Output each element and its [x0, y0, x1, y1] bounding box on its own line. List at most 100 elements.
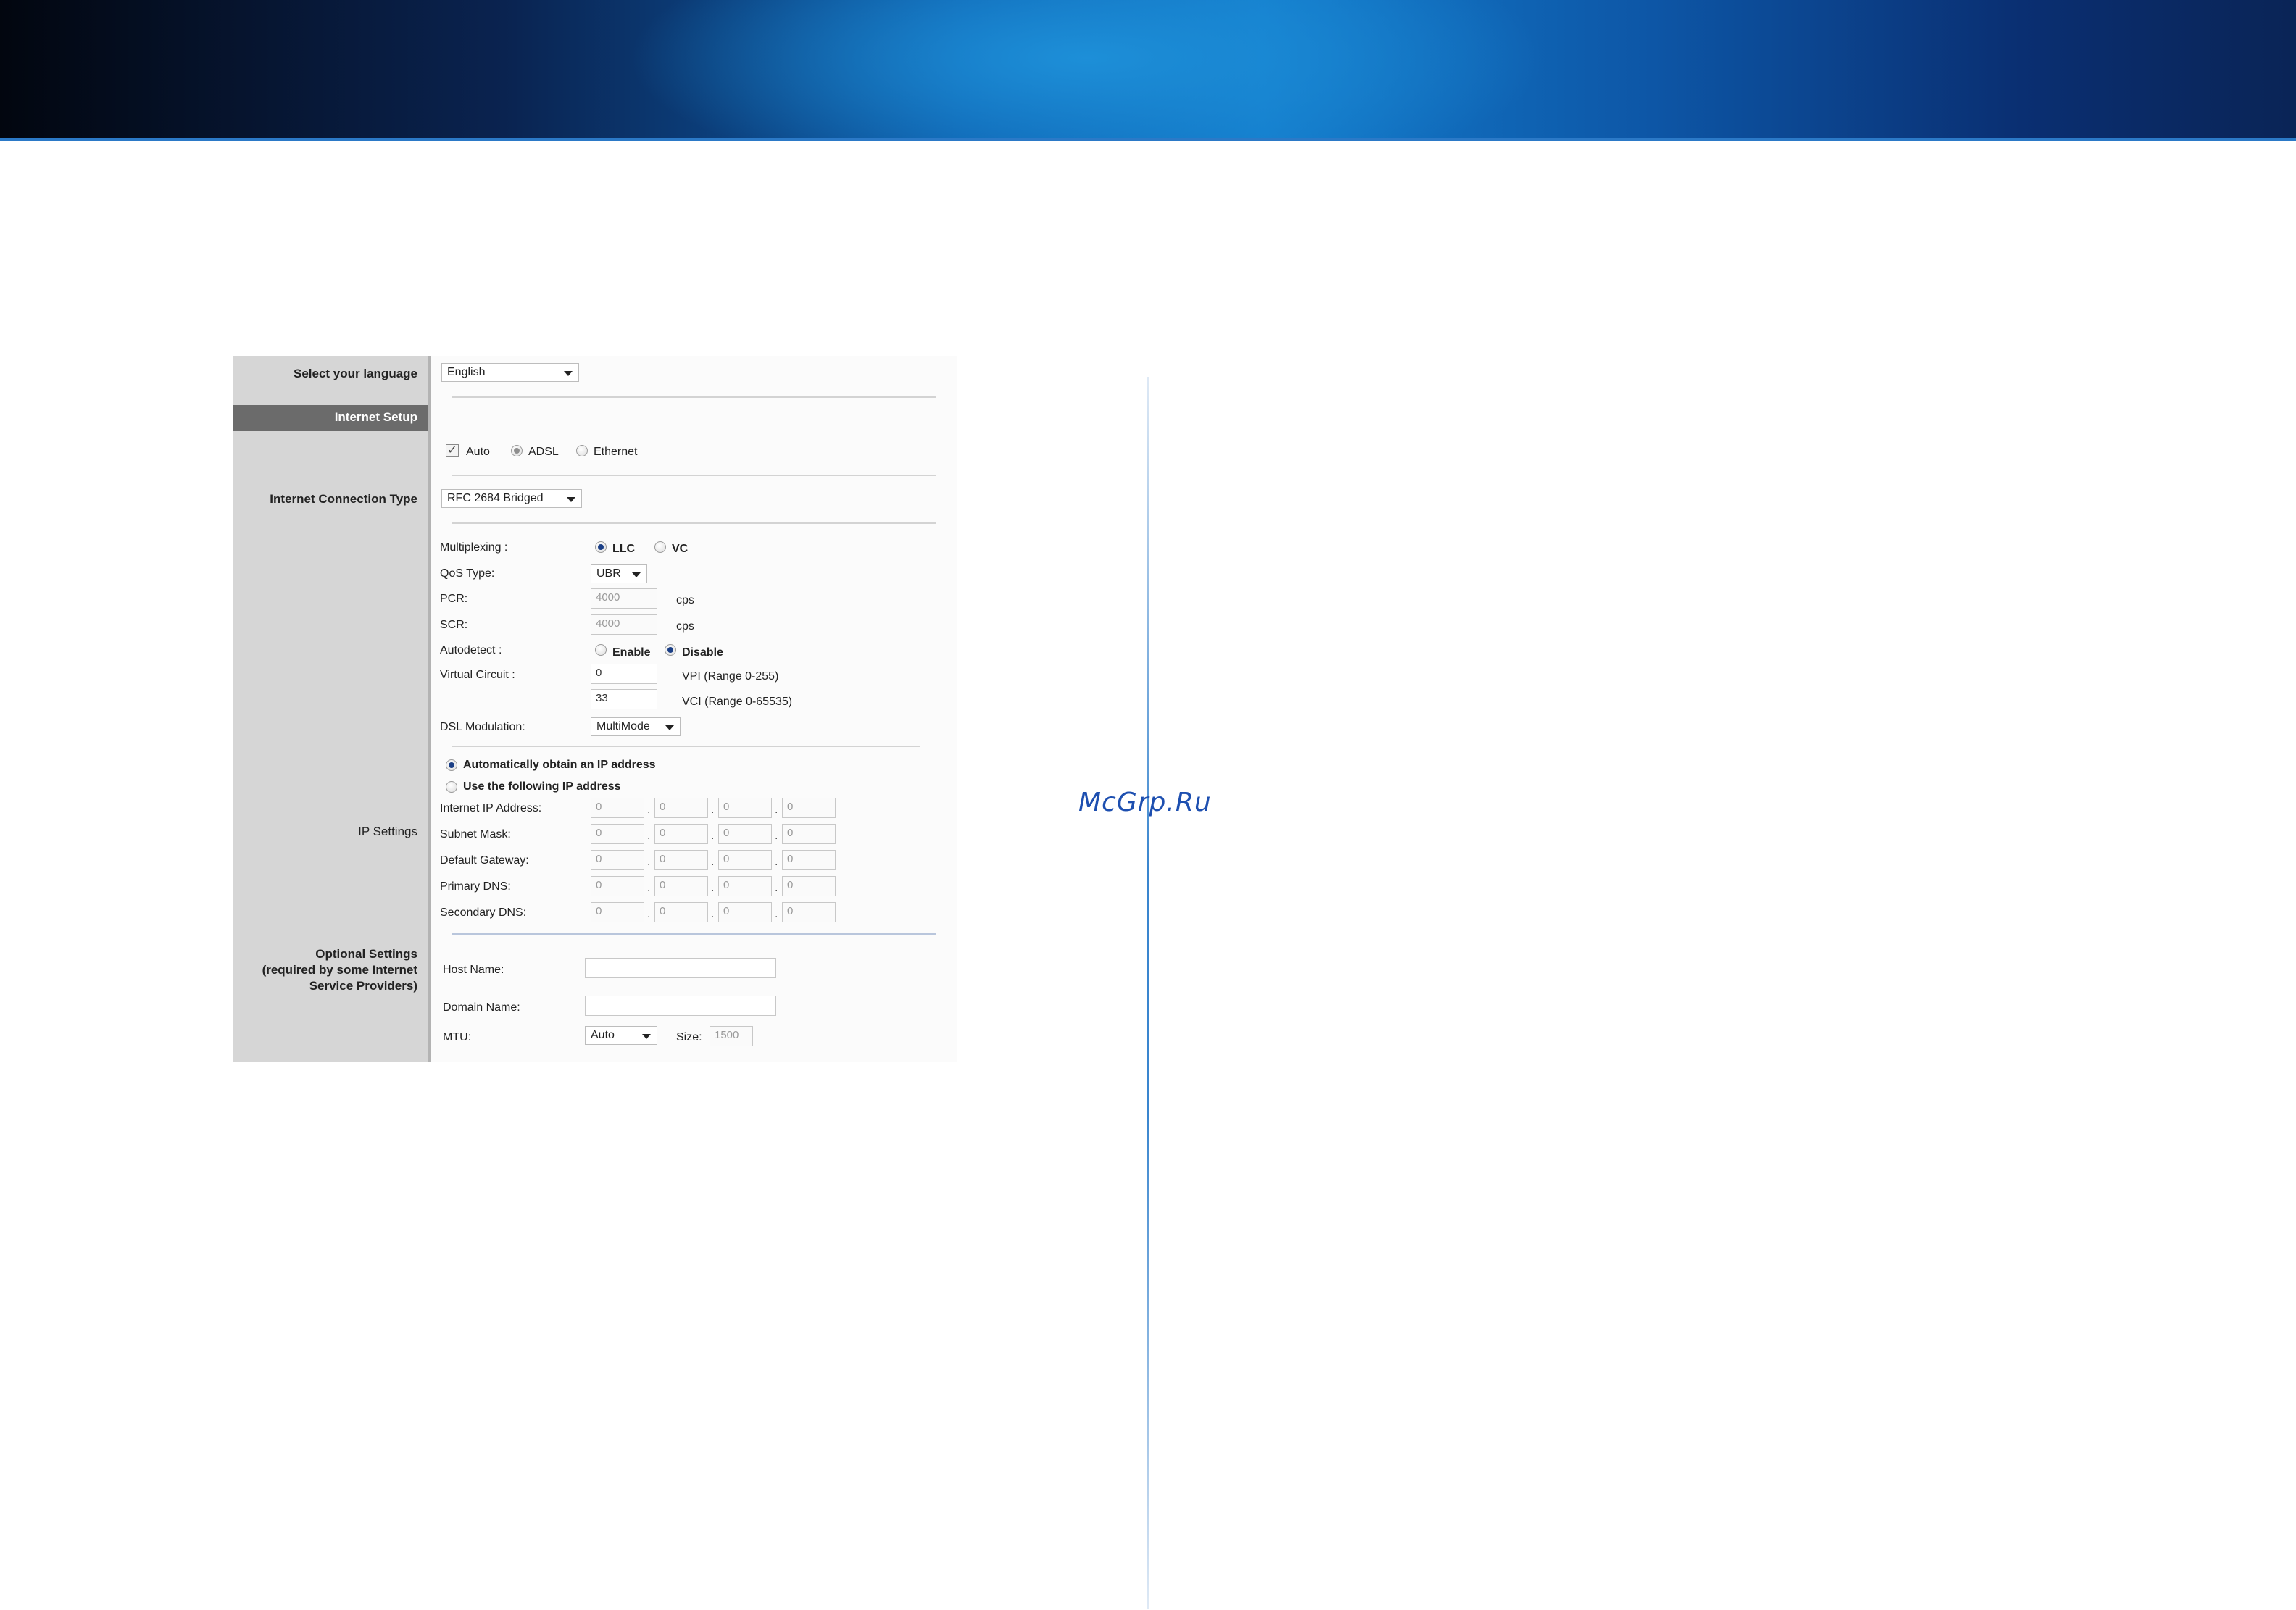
scr-label: SCR:	[440, 619, 468, 631]
mtu-size-input[interactable]: 1500	[710, 1026, 753, 1046]
adsl-radio[interactable]	[511, 445, 523, 456]
settings-content: English ✓ Auto ADSL Ethernet RFC 2684 Br…	[431, 356, 957, 1062]
pcr-input[interactable]: 4000	[591, 588, 657, 609]
mtu-label: MTU:	[443, 1031, 472, 1043]
secondary-dns-octet-input[interactable]: 0	[591, 902, 644, 922]
secondary-dns-octet-input[interactable]: 0	[782, 902, 836, 922]
dsl-modulation-value: MultiMode	[596, 720, 650, 733]
dsl-modulation-select[interactable]: MultiMode	[591, 717, 681, 736]
chevron-down-icon	[665, 725, 674, 730]
chevron-down-icon	[567, 497, 575, 502]
primary-dns-octet-input[interactable]: 0	[654, 876, 708, 896]
octet-separator: .	[711, 908, 715, 920]
section-header: Internet Setup	[233, 405, 428, 431]
autodetect-enable-radio[interactable]	[595, 644, 607, 656]
language-select-value: English	[447, 366, 486, 378]
gateway-octet-input[interactable]: 0	[654, 850, 708, 870]
domain-name-label: Domain Name:	[443, 1001, 520, 1014]
ip-row-label: Subnet Mask:	[440, 828, 511, 841]
ip-octet-input[interactable]: 0	[591, 798, 644, 818]
optional-settings-label-3: Service Providers)	[309, 979, 417, 993]
vpi-input[interactable]: 0	[591, 664, 657, 684]
octet-separator: .	[711, 882, 715, 894]
domain-name-input[interactable]	[585, 996, 776, 1016]
secondary-dns-octet-input[interactable]: 0	[654, 902, 708, 922]
autodetect-disable-radio[interactable]	[665, 644, 676, 656]
enable-label: Enable	[612, 646, 651, 659]
secondary-dns-octet-input[interactable]: 0	[718, 902, 772, 922]
ip-octet-input[interactable]: 0	[718, 798, 772, 818]
optional-settings-label-2: (required by some Internet	[262, 963, 417, 977]
ip-row-label: Internet IP Address:	[440, 802, 542, 814]
octet-separator: .	[647, 882, 651, 894]
octet-separator: .	[775, 804, 778, 816]
host-name-input[interactable]	[585, 958, 776, 978]
disable-label: Disable	[682, 646, 723, 659]
qos-type-select[interactable]: UBR	[591, 564, 647, 583]
connection-type-value: RFC 2684 Bridged	[447, 492, 544, 504]
octet-separator: .	[775, 882, 778, 894]
octet-separator: .	[775, 908, 778, 920]
octet-separator: .	[711, 804, 715, 816]
watermark: McGrp.Ru	[1078, 788, 1212, 817]
subnet-octet-input[interactable]: 0	[718, 824, 772, 844]
autodetect-label: Autodetect :	[440, 644, 502, 656]
gateway-octet-input[interactable]: 0	[718, 850, 772, 870]
octet-separator: .	[711, 830, 715, 842]
ethernet-label: Ethernet	[594, 446, 638, 458]
language-select[interactable]: English	[441, 363, 579, 382]
octet-separator: .	[775, 830, 778, 842]
ip-manual-radio[interactable]	[446, 781, 457, 793]
header-banner	[0, 0, 2296, 141]
primary-dns-octet-input[interactable]: 0	[782, 876, 836, 896]
mtu-select-value: Auto	[591, 1029, 615, 1041]
octet-separator: .	[647, 804, 651, 816]
subnet-octet-input[interactable]: 0	[654, 824, 708, 844]
subnet-octet-input[interactable]: 0	[782, 824, 836, 844]
vci-input[interactable]: 33	[591, 689, 657, 709]
primary-dns-octet-input[interactable]: 0	[591, 876, 644, 896]
host-name-label: Host Name:	[443, 964, 504, 976]
vpi-range-label: VPI (Range 0-255)	[682, 670, 779, 683]
llc-label: LLC	[612, 543, 636, 555]
divider	[452, 522, 936, 524]
llc-radio[interactable]	[595, 541, 607, 553]
gateway-octet-input[interactable]: 0	[782, 850, 836, 870]
mtu-select[interactable]: Auto	[585, 1026, 657, 1045]
octet-separator: .	[647, 908, 651, 920]
section-title: Internet Setup	[334, 410, 417, 424]
gateway-octet-input[interactable]: 0	[591, 850, 644, 870]
octet-separator: .	[711, 856, 715, 868]
page-divider	[1147, 377, 1149, 1609]
settings-sidebar: Select your language Internet Setup Inte…	[233, 356, 431, 1062]
vc-radio[interactable]	[654, 541, 666, 553]
chevron-down-icon	[642, 1034, 651, 1039]
ip-row-label: Primary DNS:	[440, 880, 511, 893]
ip-octet-input[interactable]: 0	[782, 798, 836, 818]
ip-settings-label: IP Settings	[358, 825, 417, 838]
optional-settings-label: Optional Settings	[315, 947, 417, 961]
pcr-unit: cps	[676, 594, 694, 606]
vci-range-label: VCI (Range 0-65535)	[682, 696, 793, 708]
select-language-label: Select your language	[294, 367, 417, 380]
internet-setup-panel: Select your language Internet Setup Inte…	[233, 356, 957, 1062]
divider	[452, 933, 936, 935]
connection-type-label: Internet Connection Type	[270, 492, 417, 506]
qos-type-value: UBR	[596, 567, 621, 580]
ip-manual-label: Use the following IP address	[463, 780, 621, 793]
auto-label: Auto	[466, 446, 490, 458]
ip-octet-input[interactable]: 0	[654, 798, 708, 818]
octet-separator: .	[647, 830, 651, 842]
scr-input[interactable]: 4000	[591, 614, 657, 635]
primary-dns-octet-input[interactable]: 0	[718, 876, 772, 896]
ip-auto-radio[interactable]	[446, 759, 457, 771]
auto-checkbox[interactable]: ✓	[446, 444, 459, 457]
divider	[452, 396, 936, 398]
dsl-modulation-label: DSL Modulation:	[440, 721, 525, 733]
multiplexing-label: Multiplexing :	[440, 541, 508, 554]
subnet-octet-input[interactable]: 0	[591, 824, 644, 844]
connection-type-select[interactable]: RFC 2684 Bridged	[441, 489, 582, 508]
ethernet-radio[interactable]	[576, 445, 588, 456]
octet-separator: .	[647, 856, 651, 868]
chevron-down-icon	[632, 572, 641, 577]
